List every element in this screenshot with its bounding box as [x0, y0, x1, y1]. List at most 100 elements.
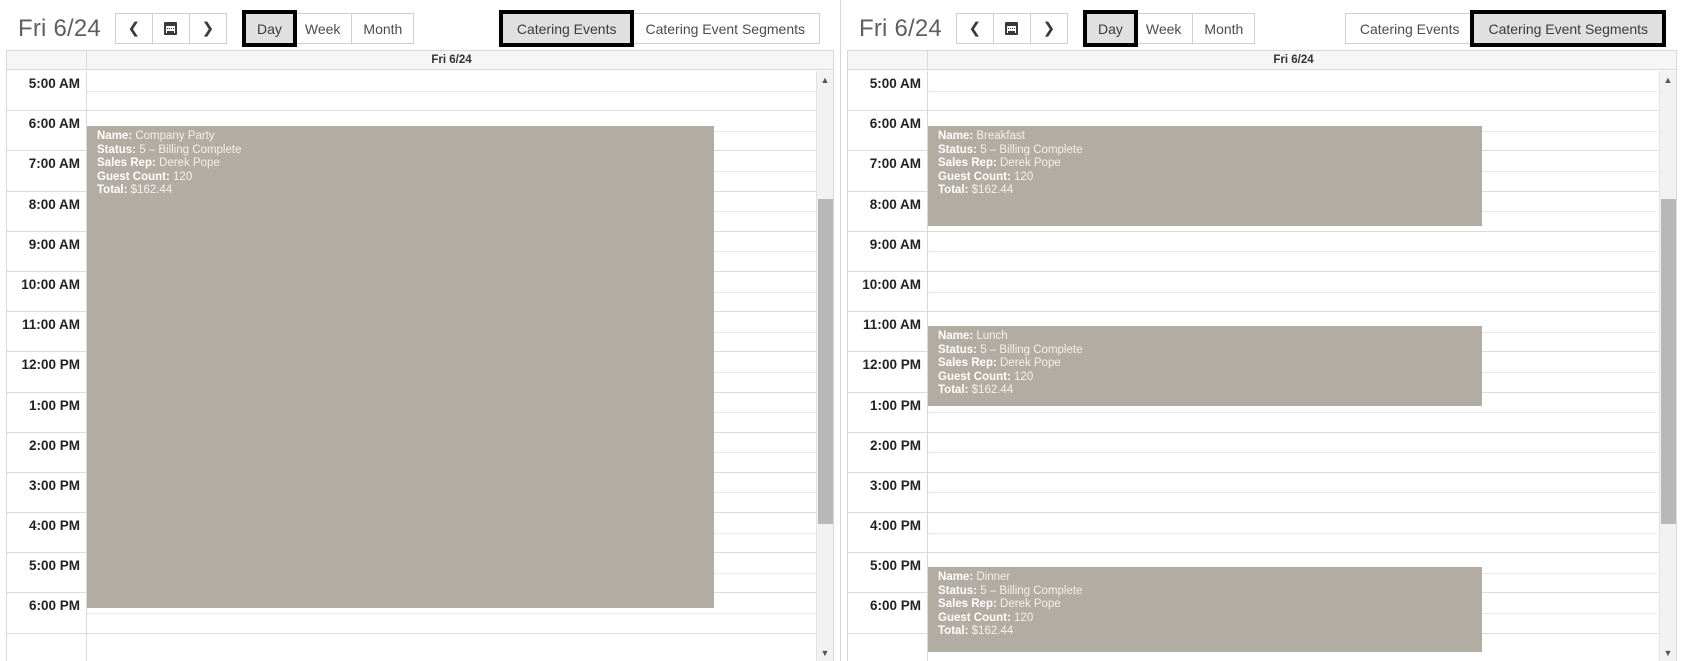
calendar-body: 5:00 AM 6:00 AM 7:00 AM 8:00 AM 9:00 AM 10:00… [7, 71, 833, 661]
time-label: 12:00 PM [862, 357, 921, 373]
event-name-row: Name: Dinner [938, 571, 1482, 585]
event-sales-rep-value: Derek Pope [159, 157, 220, 169]
time-label: 8:00 AM [28, 196, 80, 212]
scrollbar-thumb[interactable] [1661, 199, 1676, 524]
event-sales-rep-value: Derek Pope [1000, 157, 1061, 169]
event-total-label: Total: [938, 184, 969, 196]
event-name-label: Name: [97, 130, 133, 142]
time-slot: 12:00 PM [848, 352, 927, 393]
calendar-event-block[interactable]: Name: Dinner Status: 5 – Billing Complete… [928, 567, 1482, 652]
event-guest-count-label: Guest Count: [97, 170, 170, 183]
calendar-grid-catering-event-segments: Fri 6/24 5:00 AM 6:00 AM 7:00 AM 8:00 AM 9:00… [847, 50, 1677, 661]
toolbar-catering-events: Fri 6/24 ❮ ❯ Day Week Month Catering Events Cat… [0, 0, 840, 57]
next-day-button[interactable]: ❯ [1029, 13, 1068, 44]
grid-slot[interactable] [928, 71, 1676, 112]
time-label: 6:00 PM [869, 598, 921, 614]
event-sales-rep-row: Sales Rep: Derek Pope [938, 357, 1482, 371]
event-sales-rep-row: Sales Rep: Derek Pope [97, 157, 714, 171]
time-gutter: 5:00 AM 6:00 AM 7:00 AM 8:00 AM 9:00 AM 10:00… [7, 71, 87, 661]
time-slot: 8:00 AM [848, 192, 927, 232]
view-button-day[interactable]: Day [1082, 10, 1138, 47]
event-name-row: Name: Breakfast [938, 130, 1482, 144]
event-sales-rep-value: Derek Pope [1000, 357, 1061, 369]
scroll-down-arrow-icon[interactable]: ▼ [817, 644, 833, 661]
time-slot: 6:00 PM [7, 593, 86, 634]
view-switcher-group: Day Week Month [241, 10, 415, 47]
event-total-row: Total: $162.44 [938, 384, 1482, 398]
event-status-value: 5 – Billing Complete [980, 343, 1083, 356]
event-sales-rep-value: Derek Pope [1000, 598, 1061, 610]
view-button-month[interactable]: Month [351, 13, 415, 44]
tab-catering-events[interactable]: Catering Events [1344, 13, 1475, 44]
view-button-month[interactable]: Month [1192, 13, 1256, 44]
event-total-label: Total: [938, 384, 969, 396]
scroll-up-arrow-icon[interactable]: ▲ [1660, 71, 1676, 88]
tab-catering-events[interactable]: Catering Events [498, 10, 635, 47]
time-slot: 6:00 PM [848, 593, 927, 634]
calendar-event-block[interactable]: Name: Company Party Status: 5 – Billing C… [87, 126, 714, 608]
header-gutter [7, 51, 87, 69]
day-column-header: Fri 6/24 [431, 54, 472, 66]
time-label: 2:00 PM [869, 437, 921, 453]
time-label: 4:00 PM [869, 518, 921, 534]
time-slot: 5:00 AM [848, 71, 927, 112]
view-button-week[interactable]: Week [292, 13, 353, 44]
calendar-day-header: Fri 6/24 [7, 51, 833, 70]
time-slot: 11:00 AM [7, 312, 86, 353]
grid-slot[interactable] [87, 71, 833, 112]
view-switcher-group: Day Week Month [1082, 10, 1256, 47]
time-label: 6:00 AM [28, 116, 80, 132]
event-status-row: Status: 5 – Billing Complete [938, 144, 1482, 158]
event-name-value: Company Party [135, 130, 215, 142]
time-slot: 3:00 PM [848, 473, 927, 514]
view-button-day[interactable]: Day [241, 10, 297, 47]
event-guest-count-value: 120 [1014, 611, 1034, 624]
event-status-row: Status: 5 – Billing Complete [938, 585, 1482, 599]
header-gutter [848, 51, 928, 69]
event-guest-count-row: Guest Count: 120 [938, 171, 1482, 185]
view-button-week[interactable]: Week [1133, 13, 1194, 44]
time-slot: 10:00 AM [7, 272, 86, 313]
prev-day-button[interactable]: ❮ [114, 13, 153, 44]
grid-slot[interactable] [928, 232, 1676, 272]
grid-slot[interactable] [928, 272, 1676, 313]
chevron-right-icon: ❯ [201, 20, 215, 37]
vertical-scrollbar[interactable]: ▲ ▼ [1659, 71, 1676, 661]
time-label: 8:00 AM [869, 196, 921, 212]
time-label: 7:00 AM [28, 156, 80, 172]
time-label: 5:00 PM [869, 558, 921, 574]
scrollbar-thumb[interactable] [818, 199, 833, 524]
grid-slot[interactable] [928, 473, 1676, 514]
next-day-button[interactable]: ❯ [188, 13, 227, 44]
time-slot: 5:00 PM [7, 553, 86, 594]
event-status-label: Status: [938, 584, 977, 597]
calendar-icon [1005, 22, 1019, 35]
calendar-icon [164, 22, 178, 35]
grid-slot[interactable] [928, 433, 1676, 473]
event-grid[interactable]: Name: Breakfast Status: 5 – Billing Compl… [928, 71, 1676, 661]
grid-slot[interactable] [928, 513, 1676, 554]
tab-catering-event-segments[interactable]: Catering Event Segments [1470, 10, 1666, 47]
event-sales-rep-label: Sales Rep: [97, 157, 156, 169]
time-slot: 12:00 PM [7, 352, 86, 393]
today-calendar-button[interactable] [992, 13, 1031, 44]
calendar-event-block[interactable]: Name: Lunch Status: 5 – Billing Complete S… [928, 326, 1482, 406]
event-guest-count-value: 120 [1014, 170, 1034, 183]
scroll-up-arrow-icon[interactable]: ▲ [817, 71, 833, 88]
event-status-value: 5 – Billing Complete [980, 584, 1083, 597]
vertical-scrollbar[interactable]: ▲ ▼ [816, 71, 833, 661]
calendar-event-block[interactable]: Name: Breakfast Status: 5 – Billing Compl… [928, 126, 1482, 226]
time-slot: 2:00 PM [7, 433, 86, 473]
event-status-label: Status: [938, 343, 977, 356]
today-calendar-button[interactable] [151, 13, 190, 44]
event-grid[interactable]: Name: Company Party Status: 5 – Billing C… [87, 71, 833, 661]
toolbar-catering-event-segments: Fri 6/24 ❮ ❯ Day Week Month Catering Events Cat… [841, 0, 1683, 57]
time-label: 5:00 PM [28, 558, 80, 574]
event-name-value: Lunch [976, 330, 1008, 342]
time-slot: 1:00 PM [848, 393, 927, 433]
scroll-down-arrow-icon[interactable]: ▼ [1660, 644, 1676, 661]
time-slot: 10:00 AM [848, 272, 927, 313]
tab-catering-event-segments[interactable]: Catering Event Segments [630, 13, 820, 44]
prev-day-button[interactable]: ❮ [955, 13, 994, 44]
time-slot: 9:00 AM [848, 232, 927, 272]
